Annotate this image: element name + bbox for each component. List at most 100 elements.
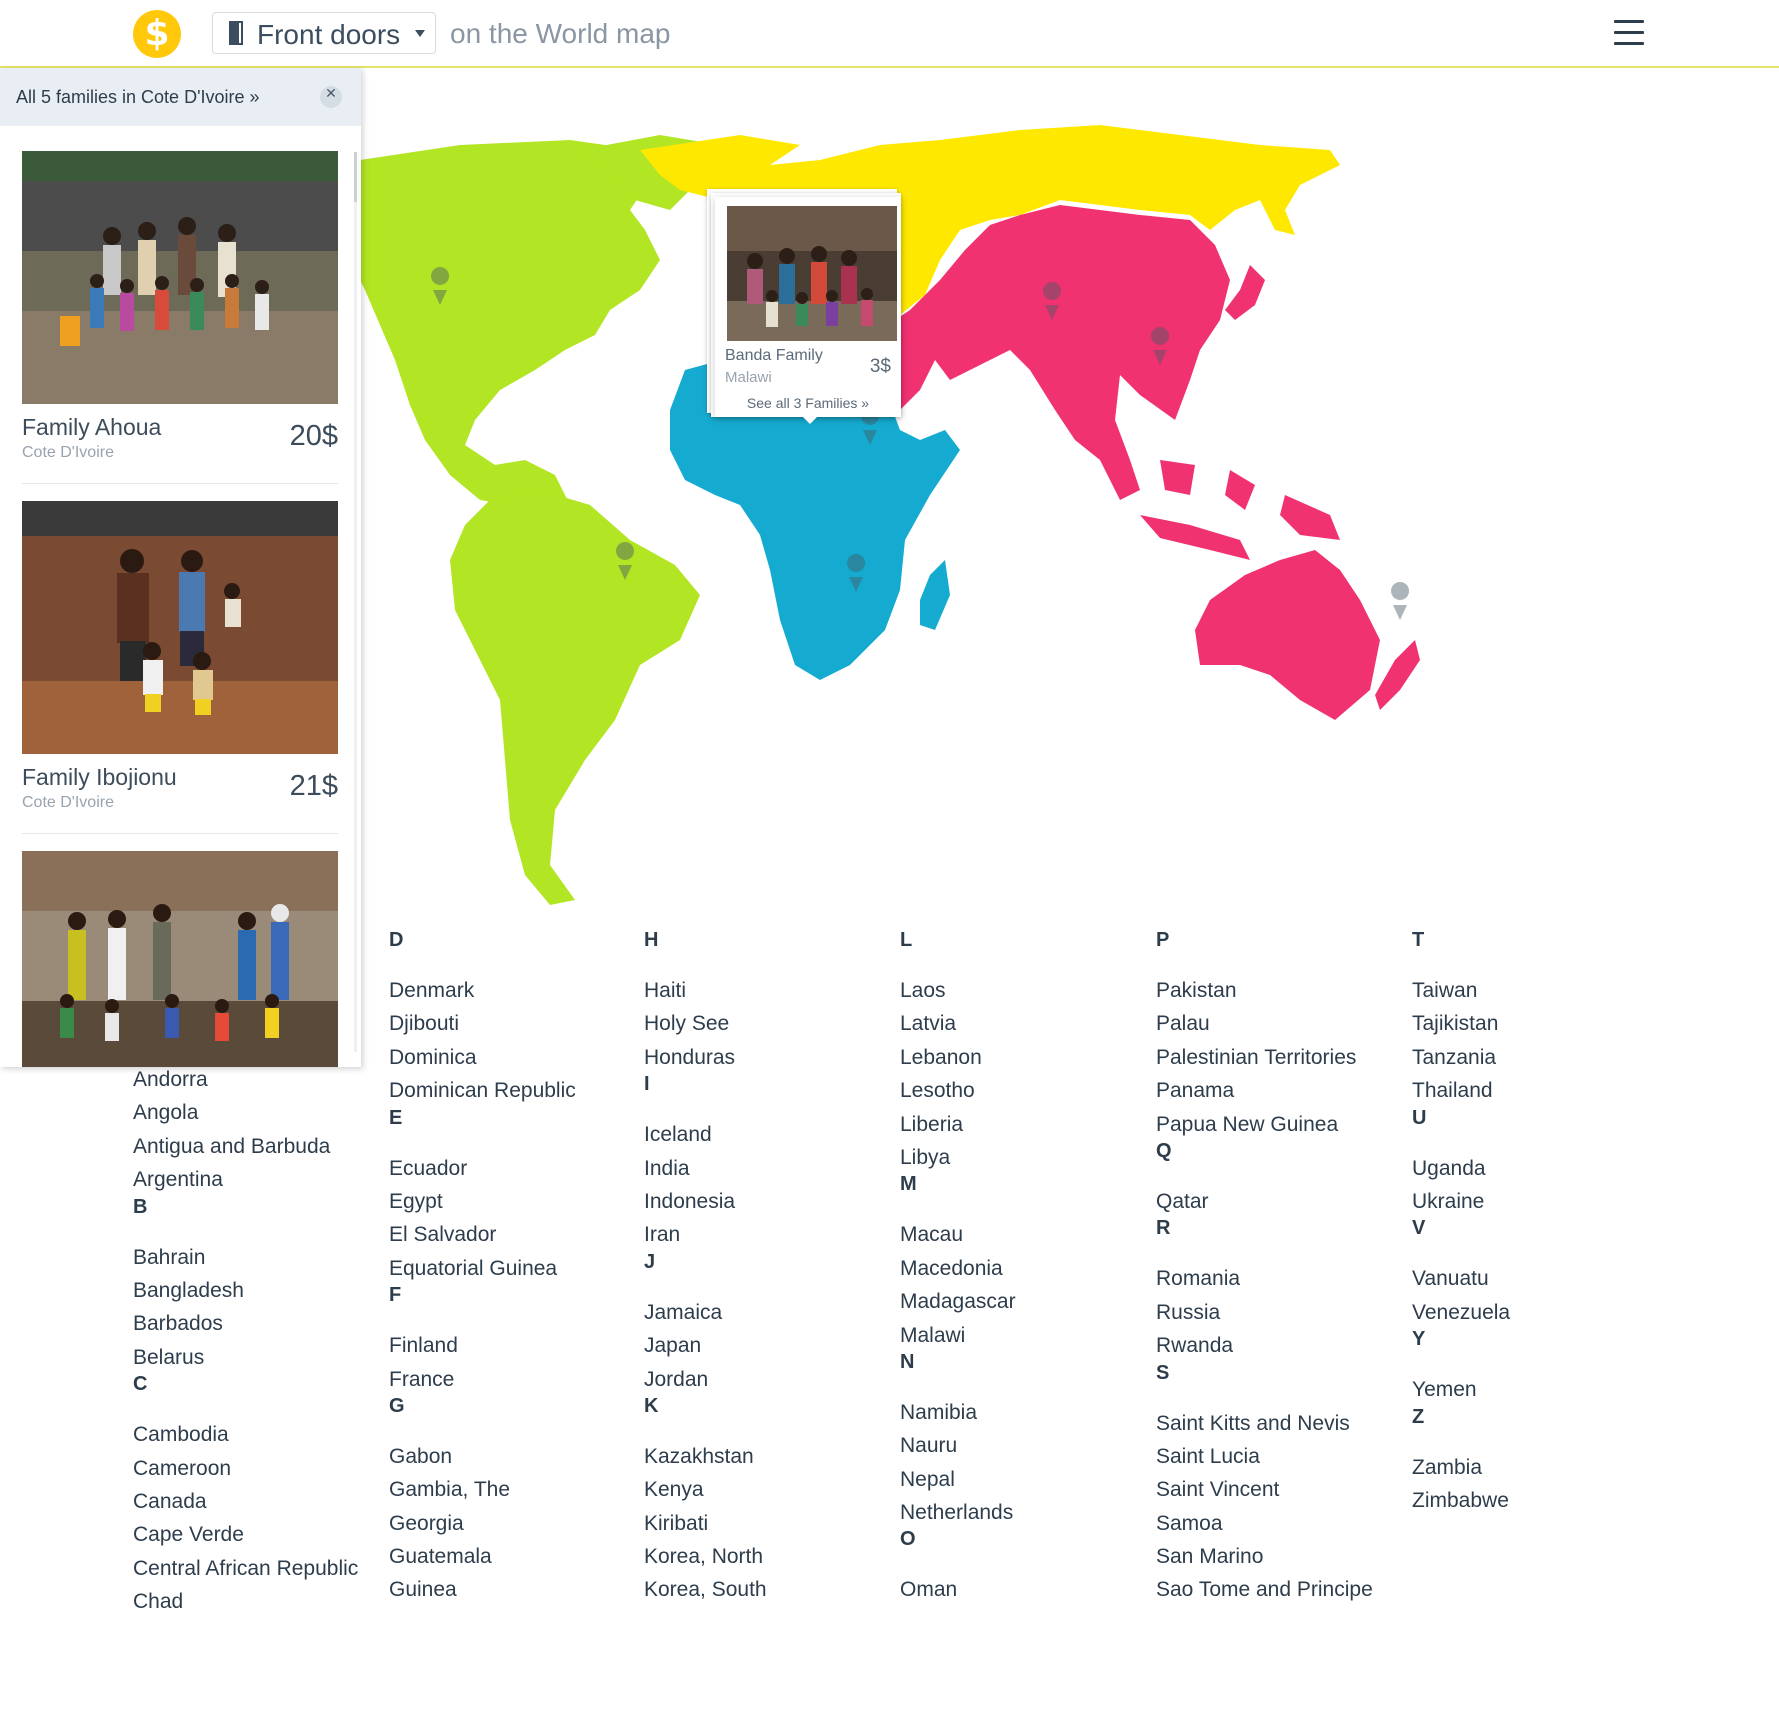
scrollbar-thumb[interactable] [354,152,357,202]
country-link[interactable]: Netherlands [900,1496,1016,1529]
country-link[interactable]: Andorra [133,1063,358,1096]
country-link[interactable]: Angola [133,1096,358,1129]
country-link[interactable]: Madagascar [900,1285,1016,1318]
country-link[interactable]: Belarus [133,1341,358,1374]
region-japan[interactable] [1225,265,1265,320]
region-americas[interactable] [340,140,660,515]
country-link[interactable]: Ukraine [1412,1185,1510,1218]
family-name[interactable]: Family Ahoua [22,414,161,441]
country-link[interactable]: Palau [1156,1007,1373,1040]
country-link[interactable]: Lebanon [900,1041,1016,1074]
country-link[interactable]: Samoa [1156,1507,1373,1540]
country-link[interactable]: Cambodia [133,1418,358,1451]
country-link[interactable]: Palestinian Territories [1156,1041,1373,1074]
country-link[interactable]: Guinea [389,1573,576,1606]
country-link[interactable]: Djibouti [389,1007,576,1040]
country-link[interactable]: Equatorial Guinea [389,1252,576,1285]
dollar-street-logo[interactable]: $ [133,10,181,58]
country-link[interactable]: Papua New Guinea [1156,1108,1373,1141]
country-link[interactable]: Ecuador [389,1152,576,1185]
country-link[interactable]: Iran [644,1218,767,1251]
country-link[interactable]: Lesotho [900,1074,1016,1107]
family-card[interactable]: Family Ahoua Cote D'Ivoire 20$ [22,151,338,484]
country-link[interactable]: Tanzania [1412,1041,1510,1074]
family-name[interactable]: Family Ibojionu [22,764,177,791]
country-link[interactable]: Guatemala [389,1540,576,1573]
country-link[interactable]: Japan [644,1329,767,1362]
family-card[interactable]: Family Ibojionu Cote D'Ivoire 21$ [22,501,338,834]
region-new-zealand[interactable] [1375,640,1420,710]
country-link[interactable]: India [644,1152,767,1185]
family-popover[interactable]: Banda Family Malawi 3$ See all 3 Familie… [715,197,901,417]
region-indonesia[interactable] [1140,460,1340,560]
all-families-link[interactable]: All 5 families in Cote D'Ivoire » [16,87,260,108]
country-link[interactable]: Zimbabwe [1412,1484,1510,1517]
country-link[interactable]: Kazakhstan [644,1440,767,1473]
country-link[interactable]: Saint Lucia [1156,1440,1373,1473]
country-link[interactable]: Liberia [900,1108,1016,1141]
country-link[interactable]: Gabon [389,1440,576,1473]
region-madagascar[interactable] [920,560,950,630]
country-link[interactable]: Venezuela [1412,1296,1510,1329]
country-link[interactable]: Latvia [900,1007,1016,1040]
country-link[interactable]: Tajikistan [1412,1007,1510,1040]
map-pin-icon[interactable] [1391,582,1410,620]
country-link[interactable]: Rwanda [1156,1329,1373,1362]
country-link[interactable]: Thailand [1412,1074,1510,1107]
country-link[interactable]: Vanuatu [1412,1262,1510,1295]
country-link[interactable]: Laos [900,974,1016,1007]
country-link[interactable]: Panama [1156,1074,1373,1107]
country-link[interactable]: Cape Verde [133,1518,358,1551]
country-link[interactable]: Kiribati [644,1507,767,1540]
country-link[interactable]: Korea, South [644,1573,767,1606]
country-link[interactable]: Pakistan [1156,974,1373,1007]
country-link[interactable]: Honduras [644,1041,767,1074]
country-link[interactable]: Taiwan [1412,974,1510,1007]
country-link[interactable]: Bahrain [133,1241,358,1274]
country-link[interactable]: Qatar [1156,1185,1373,1218]
country-link[interactable]: Malawi [900,1319,1016,1352]
country-link[interactable]: Macedonia [900,1252,1016,1285]
country-link[interactable]: Barbados [133,1307,358,1340]
country-link[interactable]: Indonesia [644,1185,767,1218]
region-australia[interactable] [1195,550,1380,720]
country-link[interactable]: Kenya [644,1473,767,1506]
country-link[interactable]: Holy See [644,1007,767,1040]
country-link[interactable]: Libya [900,1141,1016,1174]
country-link[interactable]: Saint Kitts and Nevis [1156,1407,1373,1440]
country-link[interactable]: Nauru [900,1429,1016,1462]
country-link[interactable]: Russia [1156,1296,1373,1329]
family-photo[interactable] [22,151,338,404]
country-link[interactable]: Chad [133,1585,358,1618]
country-link[interactable]: El Salvador [389,1218,576,1251]
family-card[interactable] [22,851,338,1067]
hamburger-icon[interactable] [1614,20,1644,46]
country-link[interactable]: Yemen [1412,1373,1510,1406]
country-link[interactable]: Jordan [644,1363,767,1396]
country-link[interactable]: San Marino [1156,1540,1373,1573]
country-link[interactable]: Finland [389,1329,576,1362]
family-photo[interactable] [727,206,897,341]
country-link[interactable]: Haiti [644,974,767,1007]
country-link[interactable]: Macau [900,1218,1016,1251]
see-all-families-link[interactable]: See all 3 Families » [715,395,901,411]
country-link[interactable]: Nepal [900,1463,1016,1496]
thing-selector[interactable]: Front doors [212,12,436,54]
country-link[interactable]: Dominica [389,1041,576,1074]
country-link[interactable]: Iceland [644,1118,767,1151]
country-link[interactable]: Romania [1156,1262,1373,1295]
country-link[interactable]: Zambia [1412,1451,1510,1484]
country-link[interactable]: Uganda [1412,1152,1510,1185]
family-photo[interactable] [22,851,338,1067]
country-link[interactable]: Bangladesh [133,1274,358,1307]
country-link[interactable]: Dominican Republic [389,1074,576,1107]
country-link[interactable]: Antigua and Barbuda [133,1130,358,1163]
country-link[interactable]: Canada [133,1485,358,1518]
close-icon[interactable]: ✕ [320,86,342,108]
country-link[interactable]: Central African Republic [133,1552,358,1585]
country-link[interactable]: France [389,1363,576,1396]
region-south-america[interactable] [450,490,700,905]
family-photo[interactable] [22,501,338,754]
country-link[interactable]: Argentina [133,1163,358,1196]
country-link[interactable]: Gambia, The [389,1473,576,1506]
